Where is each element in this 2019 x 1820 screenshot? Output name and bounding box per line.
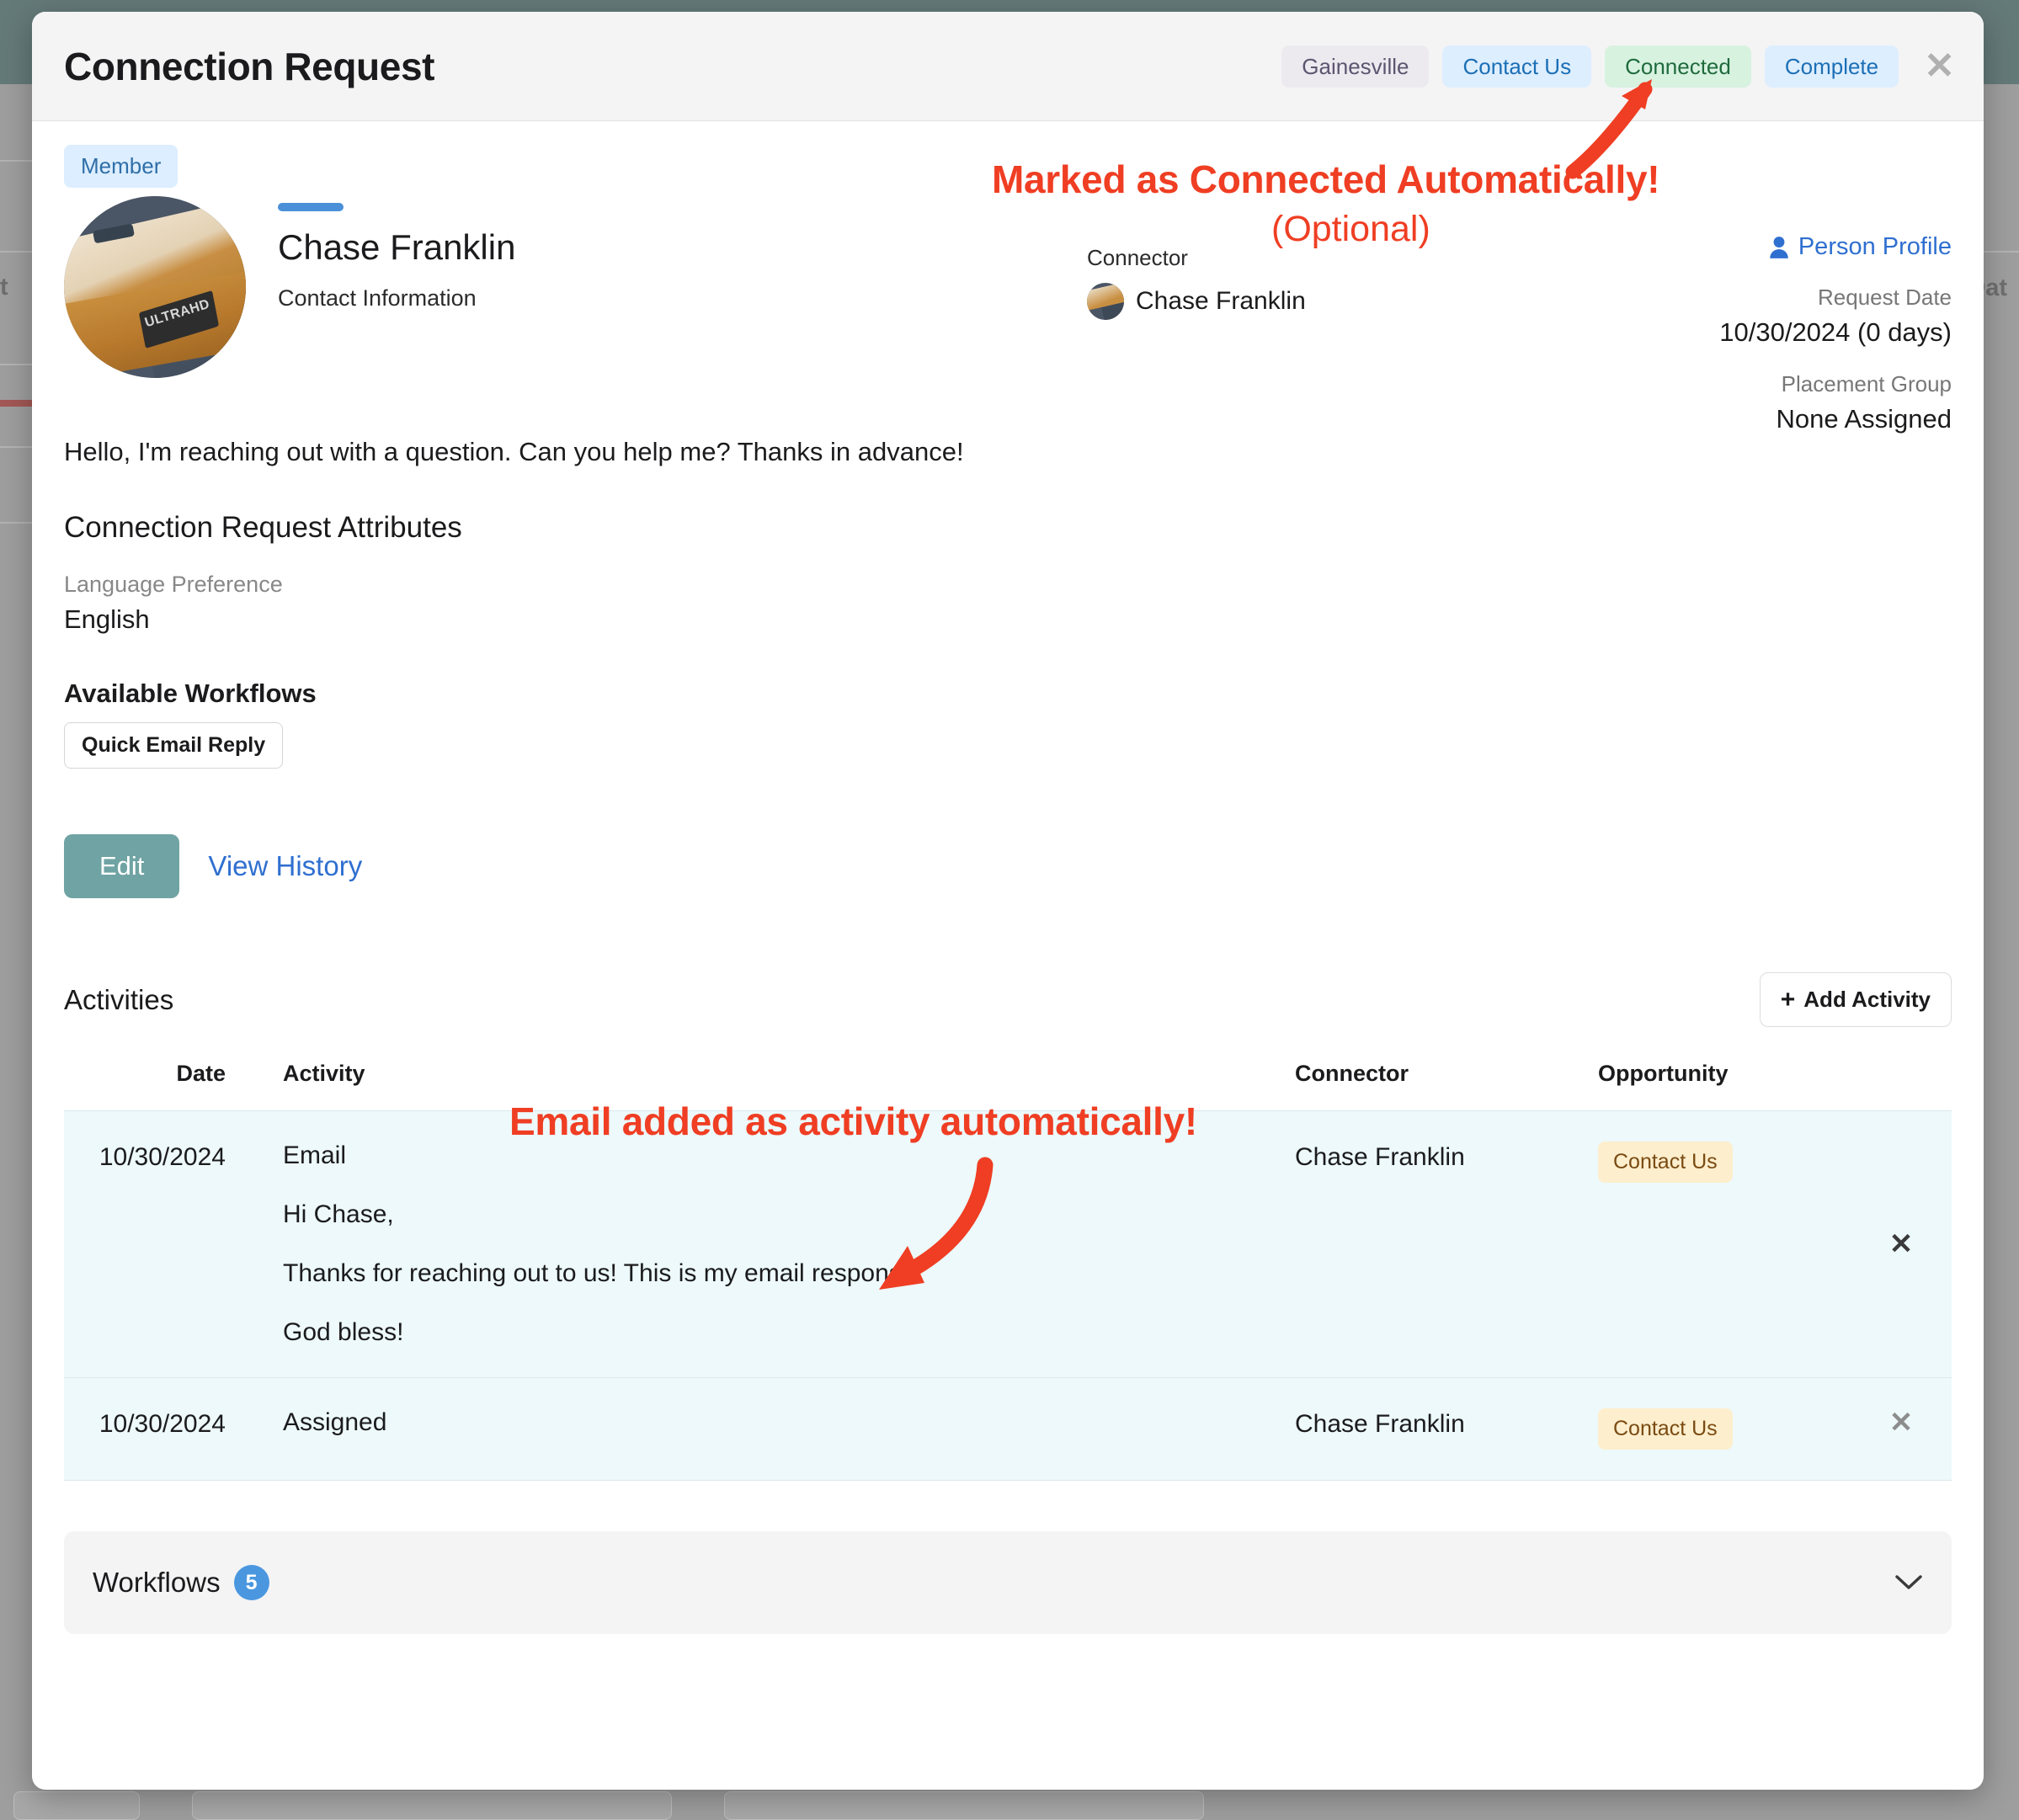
view-history-link[interactable]: View History — [208, 850, 362, 882]
add-activity-label: Add Activity — [1803, 987, 1931, 1012]
contact-information-label: Contact Information — [278, 285, 477, 311]
column-header-date: Date — [176, 1061, 226, 1086]
avatar: ULTRAHD — [64, 196, 246, 378]
person-profile-label: Person Profile — [1798, 233, 1952, 260]
available-workflows-heading: Available Workflows — [64, 679, 317, 708]
activities-header: Activities + Add Activity — [64, 972, 1952, 1027]
cell-delete: ✕ — [1851, 1408, 1952, 1437]
cell-activity: Assigned — [249, 1408, 1295, 1437]
status-badge-opportunity[interactable]: Contact Us — [1442, 45, 1592, 88]
request-meta: Person Profile Request Date 10/30/2024 (… — [1514, 196, 1952, 434]
background-card — [13, 1791, 140, 1820]
request-date-label: Request Date — [1818, 285, 1952, 310]
column-header-connector: Connector — [1295, 1061, 1409, 1086]
accent-bar — [278, 203, 344, 211]
workflows-title: Workflows — [93, 1567, 221, 1598]
cell-activity: Email Hi Chase, Thanks for reaching out … — [249, 1141, 1295, 1347]
activities-title: Activities — [64, 983, 174, 1015]
workflows-count-badge: 5 — [233, 1565, 269, 1600]
column-header-activity: Activity — [283, 1061, 365, 1086]
placement-group-value: None Assigned — [1776, 404, 1952, 434]
delete-activity-icon[interactable]: ✕ — [1889, 1228, 1914, 1260]
intro-message: Hello, I'm reaching out with a question.… — [64, 437, 964, 466]
person-name: Chase Franklin — [278, 227, 516, 267]
cell-connector: Chase Franklin — [1295, 1143, 1465, 1171]
edit-button[interactable]: Edit — [64, 834, 180, 898]
attributes-heading: Connection Request Attributes — [64, 511, 462, 544]
delete-activity-icon[interactable]: ✕ — [1889, 1407, 1914, 1439]
email-body-line: Thanks for reaching out to us! This is m… — [283, 1259, 923, 1287]
activity-type: Email — [283, 1141, 347, 1169]
header-badge-group: Gainesville Contact Us Connected Complet… — [1281, 45, 1955, 88]
email-body-line: Hi Chase, — [283, 1200, 394, 1228]
profile-main: Chase Franklin Contact Information — [278, 196, 515, 378]
column-header-opportunity: Opportunity — [1598, 1061, 1729, 1086]
plus-icon: + — [1780, 985, 1796, 1014]
table-row[interactable]: 10/30/2024 Email Hi Chase, Thanks for re… — [64, 1110, 1952, 1377]
table-header-row: Date Activity Connector Opportunity — [64, 1061, 1952, 1110]
placement-group-label: Placement Group — [1781, 371, 1952, 396]
background-card — [724, 1791, 1204, 1820]
connector-label: Connector — [1087, 245, 1188, 270]
person-icon — [1768, 235, 1790, 260]
add-activity-button[interactable]: + Add Activity — [1759, 972, 1952, 1027]
action-row: Edit View History — [64, 834, 1952, 898]
cell-date: 10/30/2024 — [99, 1410, 226, 1438]
cell-delete: ✕ — [1851, 1230, 1952, 1259]
member-badge: Member — [64, 145, 178, 188]
request-date-value: 10/30/2024 (0 days) — [1719, 317, 1952, 347]
opportunity-chip: Contact Us — [1598, 1408, 1733, 1450]
attribute-value-language: English — [64, 604, 150, 634]
connector-person[interactable]: Chase Franklin — [1087, 283, 1306, 320]
opportunity-chip: Contact Us — [1598, 1141, 1733, 1183]
attribute-label-language: Language Preference — [64, 572, 283, 597]
connector-name: Chase Franklin — [1136, 287, 1306, 315]
activity-type: Assigned — [283, 1408, 387, 1436]
workflow-quick-email-reply-button[interactable]: Quick Email Reply — [64, 722, 284, 769]
cell-opportunity: Contact Us — [1598, 1141, 1851, 1183]
table-row[interactable]: 10/30/2024 Assigned Chase Franklin Conta… — [64, 1377, 1952, 1481]
background-card — [192, 1791, 672, 1820]
profile-row: ULTRAHD Chase Franklin Contact Informati… — [64, 196, 1952, 434]
workflows-accordion[interactable]: Workflows 5 — [64, 1531, 1952, 1634]
chevron-down-icon[interactable] — [1894, 1568, 1923, 1597]
modal-body: Member ULTRAHD Chase Franklin Contact In… — [32, 121, 1984, 1634]
background-left-text: t — [0, 274, 8, 301]
email-body-line: God bless! — [283, 1318, 404, 1346]
status-badge-location[interactable]: Gainesville — [1281, 45, 1430, 88]
cell-date: 10/30/2024 — [99, 1143, 226, 1171]
connection-request-modal: Connection Request Gainesville Contact U… — [32, 12, 1984, 1790]
status-badge-connected[interactable]: Connected — [1605, 45, 1751, 88]
connector-block: Connector Chase Franklin — [1087, 245, 1306, 320]
cell-opportunity: Contact Us — [1598, 1408, 1851, 1450]
page-title: Connection Request — [64, 44, 435, 88]
modal-header: Connection Request Gainesville Contact U… — [32, 12, 1984, 121]
status-badge-complete[interactable]: Complete — [1764, 45, 1899, 88]
person-profile-link[interactable]: Person Profile — [1514, 233, 1952, 261]
cell-connector: Chase Franklin — [1295, 1410, 1465, 1438]
connector-avatar — [1087, 283, 1124, 320]
close-icon[interactable]: ✕ — [1924, 47, 1955, 85]
activities-table: Date Activity Connector Opportunity 10/3… — [64, 1061, 1952, 1481]
